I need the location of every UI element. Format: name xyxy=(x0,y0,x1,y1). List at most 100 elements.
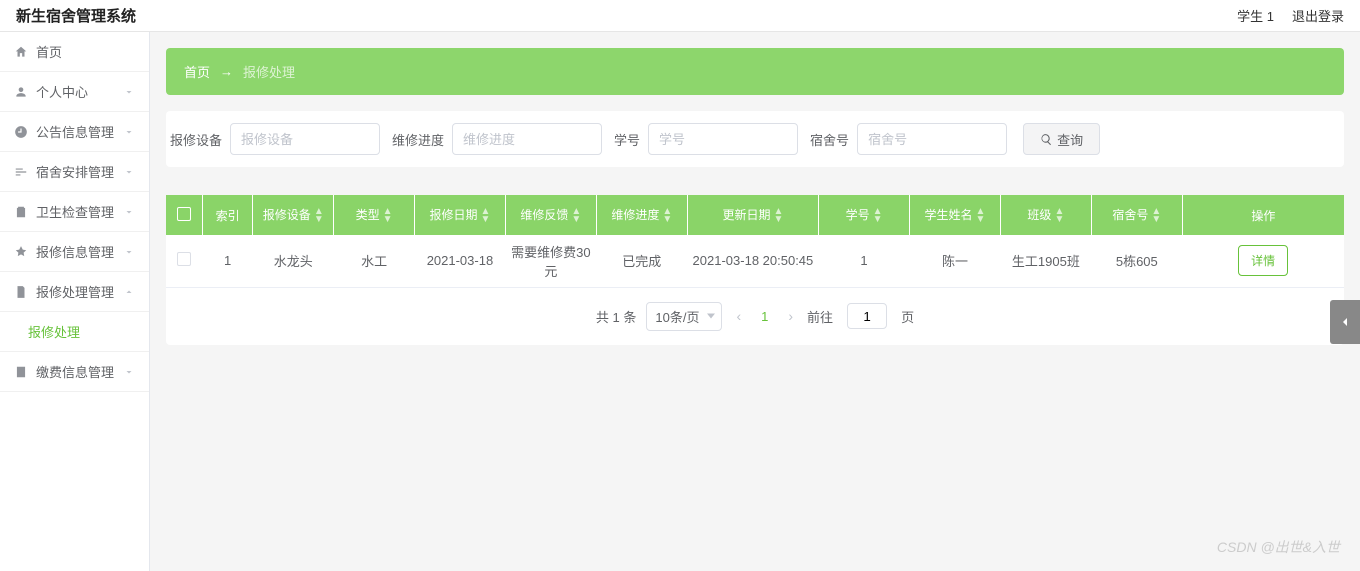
breadcrumb: 首页 → 报修处理 xyxy=(166,48,1344,95)
sort-icon: ▲▼ xyxy=(571,208,581,224)
chevron-down-icon xyxy=(123,166,135,178)
sidebar-item-label: 报修信息管理 xyxy=(36,242,114,261)
search-input-dorm[interactable] xyxy=(857,123,1007,155)
sidebar-item-repair-info[interactable]: 报修信息管理 xyxy=(0,232,149,272)
sort-icon: ▲▼ xyxy=(1151,208,1161,224)
home-icon xyxy=(14,45,28,59)
col-index[interactable]: 索引 xyxy=(202,195,253,235)
cell-type: 水工 xyxy=(334,235,415,287)
search-input-equipment[interactable] xyxy=(230,123,380,155)
user-icon xyxy=(14,85,28,99)
search-input-sno[interactable] xyxy=(648,123,798,155)
sidebar-item-announcement[interactable]: 公告信息管理 xyxy=(0,112,149,152)
query-button[interactable]: 查询 xyxy=(1023,123,1100,155)
search-label-sno: 学号 xyxy=(614,130,640,149)
chevron-up-icon xyxy=(123,286,135,298)
cell-index: 1 xyxy=(202,235,253,287)
sidebar-item-label: 卫生检查管理 xyxy=(36,202,114,221)
col-repair-date[interactable]: 报修日期▲▼ xyxy=(414,195,505,235)
col-equipment[interactable]: 报修设备▲▼ xyxy=(253,195,334,235)
clock-icon xyxy=(14,125,28,139)
data-table: 索引 报修设备▲▼ 类型▲▼ 报修日期▲▼ 维修反馈▲▼ 维修进度▲▼ 更新日期… xyxy=(166,195,1344,345)
col-dorm[interactable]: 宿舍号▲▼ xyxy=(1091,195,1182,235)
sidebar-item-label: 个人中心 xyxy=(36,82,88,101)
search-label-dorm: 宿舍号 xyxy=(810,130,849,149)
sidebar-item-label: 公告信息管理 xyxy=(36,122,114,141)
col-progress[interactable]: 维修进度▲▼ xyxy=(596,195,687,235)
doc-icon xyxy=(14,285,28,299)
search-input-progress[interactable] xyxy=(452,123,602,155)
pagination: 共 1 条 10条/页 ‹ 1 › 前往 页 xyxy=(166,288,1344,345)
header-right: 学生 1 退出登录 xyxy=(1237,6,1344,25)
breadcrumb-home[interactable]: 首页 xyxy=(184,62,210,81)
table-header-row: 索引 报修设备▲▼ 类型▲▼ 报修日期▲▼ 维修反馈▲▼ 维修进度▲▼ 更新日期… xyxy=(166,195,1344,235)
next-page[interactable]: › xyxy=(784,308,797,324)
col-sno[interactable]: 学号▲▼ xyxy=(819,195,910,235)
sort-icon: ▲▼ xyxy=(773,208,783,224)
sidebar: 首页 个人中心 公告信息管理 宿舍安排管理 卫生检查管理 报修信息管理 报修处理… xyxy=(0,32,150,571)
app-header: 新生宿舍管理系统 学生 1 退出登录 xyxy=(0,0,1360,32)
cell-repair-date: 2021-03-18 xyxy=(414,235,505,287)
sidebar-item-label: 首页 xyxy=(36,42,62,61)
sliders-icon xyxy=(14,165,28,179)
sidebar-item-payment[interactable]: 缴费信息管理 xyxy=(0,352,149,392)
chevron-left-icon xyxy=(1337,314,1353,330)
sort-icon: ▲▼ xyxy=(481,208,491,224)
select-all-checkbox[interactable] xyxy=(177,207,191,221)
search-icon xyxy=(1040,133,1053,146)
breadcrumb-current: 报修处理 xyxy=(243,62,295,81)
sidebar-item-label: 报修处理管理 xyxy=(36,282,114,301)
clipboard-icon xyxy=(14,205,28,219)
side-drawer-toggle[interactable] xyxy=(1330,300,1360,344)
sidebar-item-dorm-assign[interactable]: 宿舍安排管理 xyxy=(0,152,149,192)
cell-equipment: 水龙头 xyxy=(253,235,334,287)
breadcrumb-sep: → xyxy=(220,64,233,79)
col-operation: 操作 xyxy=(1182,195,1344,235)
sidebar-item-hygiene[interactable]: 卫生检查管理 xyxy=(0,192,149,232)
row-checkbox[interactable] xyxy=(177,252,191,266)
sort-icon: ▲▼ xyxy=(383,208,393,224)
chevron-down-icon xyxy=(123,206,135,218)
col-sname[interactable]: 学生姓名▲▼ xyxy=(910,195,1001,235)
page-number[interactable]: 1 xyxy=(755,309,774,324)
sort-icon: ▲▼ xyxy=(976,208,986,224)
sort-icon: ▲▼ xyxy=(662,208,672,224)
pagination-total: 共 1 条 xyxy=(596,307,636,326)
col-checkbox[interactable] xyxy=(166,195,202,235)
sidebar-item-repair-process[interactable]: 报修处理管理 xyxy=(0,272,149,312)
main-content: 首页 → 报修处理 报修设备 维修进度 学号 宿舍号 查询 xyxy=(150,32,1360,571)
col-feedback[interactable]: 维修反馈▲▼ xyxy=(505,195,596,235)
sort-icon: ▲▼ xyxy=(314,208,324,224)
goto-suffix: 页 xyxy=(901,307,914,326)
cell-update-date: 2021-03-18 20:50:45 xyxy=(687,235,818,287)
search-bar: 报修设备 维修进度 学号 宿舍号 查询 xyxy=(166,111,1344,167)
search-label-equipment: 报修设备 xyxy=(170,130,222,149)
cell-dorm: 5栋605 xyxy=(1091,235,1182,287)
sidebar-subitem-repair-process[interactable]: 报修处理 xyxy=(0,312,149,352)
sidebar-item-label: 缴费信息管理 xyxy=(36,362,114,381)
sidebar-item-label: 宿舍安排管理 xyxy=(36,162,114,181)
sidebar-item-profile[interactable]: 个人中心 xyxy=(0,72,149,112)
note-icon xyxy=(14,365,28,379)
cell-progress: 已完成 xyxy=(596,235,687,287)
current-user[interactable]: 学生 1 xyxy=(1237,6,1274,25)
col-update-date[interactable]: 更新日期▲▼ xyxy=(687,195,818,235)
cell-class: 生工1905班 xyxy=(1000,235,1091,287)
col-type[interactable]: 类型▲▼ xyxy=(334,195,415,235)
chevron-down-icon xyxy=(123,126,135,138)
page-size-select[interactable]: 10条/页 xyxy=(646,302,722,331)
pin-icon xyxy=(14,245,28,259)
sidebar-item-home[interactable]: 首页 xyxy=(0,32,149,72)
sort-icon: ▲▼ xyxy=(1054,208,1064,224)
table-row: 1 水龙头 水工 2021-03-18 需要维修费30元 已完成 2021-03… xyxy=(166,235,1344,287)
logout-link[interactable]: 退出登录 xyxy=(1292,6,1344,25)
chevron-down-icon xyxy=(123,366,135,378)
query-button-label: 查询 xyxy=(1057,130,1083,149)
watermark: CSDN @出世&入世 xyxy=(1217,537,1340,557)
search-label-progress: 维修进度 xyxy=(392,130,444,149)
sort-icon: ▲▼ xyxy=(873,208,883,224)
detail-button[interactable]: 详情 xyxy=(1238,245,1288,276)
prev-page[interactable]: ‹ xyxy=(732,308,745,324)
col-class[interactable]: 班级▲▼ xyxy=(1000,195,1091,235)
goto-input[interactable] xyxy=(847,303,887,329)
